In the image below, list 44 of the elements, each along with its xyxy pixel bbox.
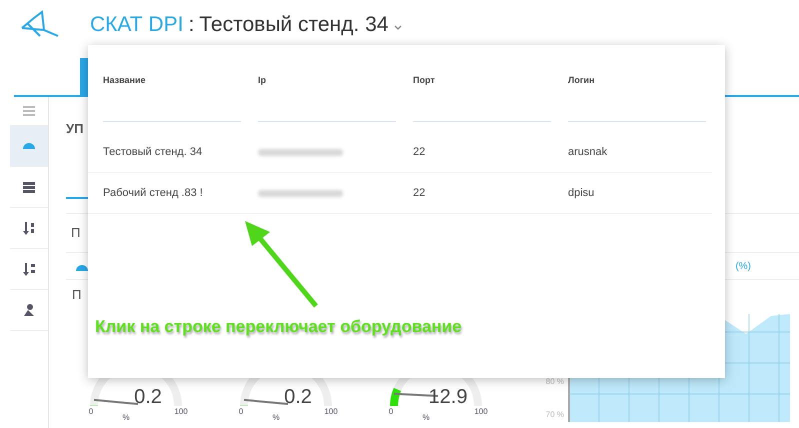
sidebar-item-icon bbox=[23, 182, 35, 192]
login-cell-text: arusnak bbox=[568, 146, 608, 158]
sub-tab[interactable]: П bbox=[71, 225, 80, 240]
gauge-fill bbox=[390, 388, 402, 406]
login-cell-text: dpisu bbox=[568, 187, 596, 199]
sidebar-item-icon bbox=[23, 262, 35, 276]
port-cell-text: 22 bbox=[413, 146, 426, 158]
column-header: Ip bbox=[258, 75, 266, 85]
title-separator: : bbox=[188, 13, 194, 37]
column-header: Порт bbox=[413, 75, 435, 85]
gauge-unit: % bbox=[272, 413, 280, 422]
gauge-unit: % bbox=[122, 413, 130, 422]
product-name: СКАТ DPI bbox=[90, 13, 184, 37]
gauge-unit: % bbox=[422, 413, 430, 422]
gauge-max: 100 bbox=[174, 407, 188, 416]
section-title: П bbox=[72, 287, 82, 302]
device-row[interactable]: Рабочий стенд .83 ! 22 dpisu bbox=[88, 173, 712, 214]
logo-icon bbox=[20, 10, 60, 40]
annotation-text: Клик на строке переключает оборудование bbox=[95, 317, 462, 337]
device-name-cell-text: Рабочий стенд .83 ! bbox=[103, 187, 204, 199]
column-header: Логин bbox=[568, 75, 595, 85]
column-header: Название bbox=[103, 75, 146, 85]
port-cell-text: 22 bbox=[413, 187, 426, 199]
device-name-cell-text: Тестовый стенд. 34 bbox=[103, 146, 204, 158]
gauge-value: 0.2 bbox=[134, 386, 162, 408]
sidebar-item-icon bbox=[24, 304, 34, 316]
sidebar-item-icon bbox=[23, 143, 35, 149]
device-row[interactable]: Тестовый стенд. 34 22 arusnak bbox=[88, 132, 712, 173]
gauge-max: 100 bbox=[324, 407, 338, 416]
axis-label: 80 % bbox=[546, 377, 564, 386]
gauge-min: 0 bbox=[388, 407, 394, 416]
page-heading: УП bbox=[66, 121, 84, 136]
sidebar-item-icon bbox=[23, 106, 35, 116]
axis-label: 70 % bbox=[546, 410, 564, 419]
gauge-min: 0 bbox=[88, 407, 94, 416]
gauge-max: 100 bbox=[474, 407, 488, 416]
chart-legend: (%) bbox=[735, 260, 751, 272]
caret-icon[interactable] bbox=[393, 23, 404, 31]
gauge-min: 0 bbox=[238, 407, 244, 416]
gauge-value: 0.2 bbox=[284, 386, 312, 408]
gauge-value: 12.9 bbox=[428, 386, 468, 408]
tab-underline bbox=[66, 197, 89, 199]
sidebar-item-icon bbox=[23, 222, 35, 234]
device-name[interactable]: Тестовый стенд. 34 bbox=[199, 13, 388, 37]
